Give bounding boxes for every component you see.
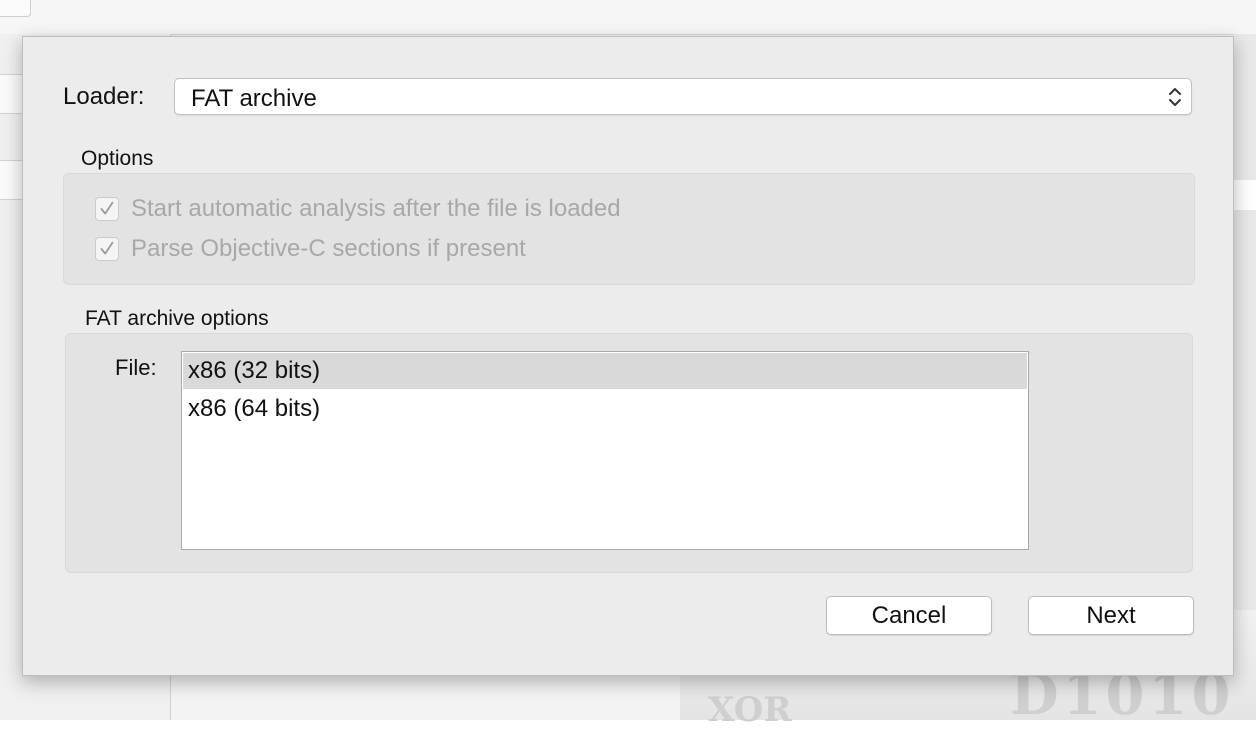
parse-objc-checkbox[interactable] — [95, 237, 119, 261]
background-right-strip — [1234, 180, 1256, 210]
file-list[interactable]: x86 (32 bits) x86 (64 bits) — [181, 351, 1029, 550]
background-sidebar-row — [0, 74, 22, 114]
fat-options-group-title: FAT archive options — [85, 307, 269, 330]
updown-chevron-icon — [1169, 88, 1181, 106]
background-art-xor-text: XOR — [708, 690, 792, 730]
file-label: File: — [115, 355, 157, 380]
next-button[interactable]: Next — [1028, 596, 1194, 635]
file-list-item-x86-32[interactable]: x86 (32 bits) — [183, 353, 1027, 389]
loader-select-value: FAT archive — [191, 85, 317, 112]
auto-analysis-label: Start automatic analysis after the file … — [131, 195, 621, 222]
loader-select[interactable]: FAT archive — [174, 78, 1192, 115]
background-sidebar-row — [0, 160, 22, 200]
cancel-button[interactable]: Cancel — [826, 596, 992, 635]
background-toolbar — [0, 0, 1256, 35]
checkmark-icon — [100, 241, 114, 255]
file-list-item-x86-64[interactable]: x86 (64 bits) — [183, 391, 1027, 427]
auto-analysis-checkbox[interactable] — [95, 197, 119, 221]
loader-dialog: Loader: FAT archive Options Start automa… — [22, 36, 1234, 676]
options-group — [63, 173, 1195, 285]
options-group-title: Options — [81, 147, 154, 170]
loader-label: Loader: — [63, 83, 145, 110]
checkmark-icon — [100, 201, 114, 215]
parse-objc-label: Parse Objective-C sections if present — [131, 235, 526, 262]
background-toolbar-button — [0, 0, 31, 17]
